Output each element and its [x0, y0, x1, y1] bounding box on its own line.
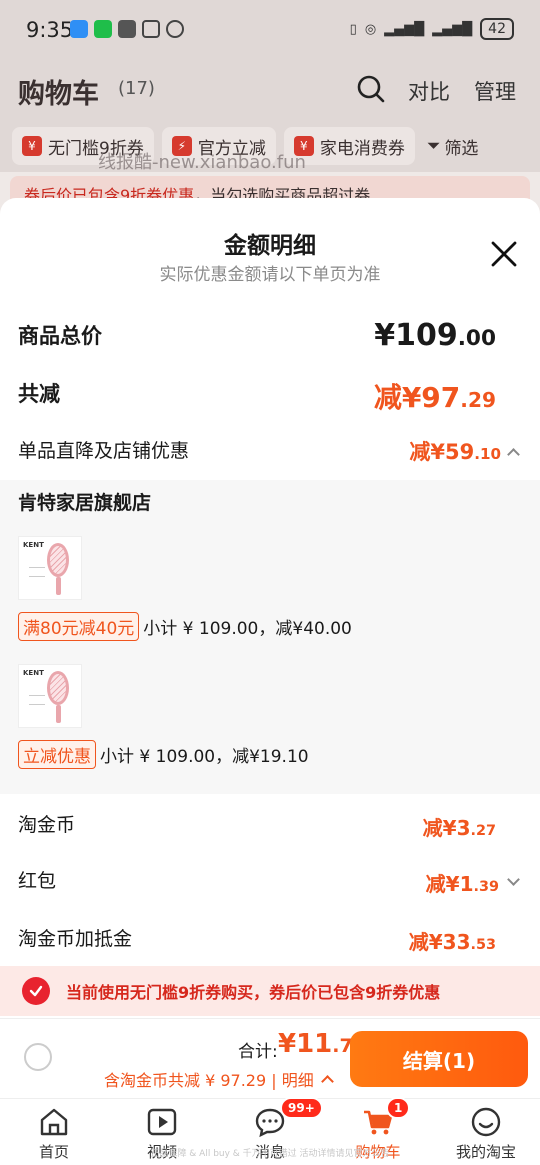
coins-main: 减¥3 — [422, 816, 471, 840]
page-title: 购物车 — [18, 79, 99, 110]
item-discount-main: 减¥59 — [409, 440, 475, 464]
discount-detail-toggle[interactable]: 含淘金币共减 ¥ 97.29 | 明细 — [104, 1067, 334, 1091]
nfc-icon — [142, 20, 160, 38]
promo-subtotal: 小计 ¥ 109.00，减¥40.00 — [143, 619, 352, 639]
battery-indicator: 42 — [480, 18, 514, 40]
video-icon — [147, 1108, 177, 1136]
product-brand: KENT — [23, 541, 44, 549]
total-reduce-value: 减¥97.29 — [374, 376, 496, 416]
total-price-value: ¥109.00 — [374, 318, 496, 353]
profile-icon — [471, 1107, 501, 1137]
promo-subtotal: 小计 ¥ 109.00，减¥19.10 — [100, 747, 309, 767]
yen-icon: ¥ — [22, 136, 42, 156]
product-thumbnail[interactable]: KENT — [18, 664, 82, 728]
total-price-decimal: .00 — [457, 326, 496, 351]
item-discount-toggle[interactable]: 减¥59.10 — [409, 436, 520, 466]
chevron-down-icon — [507, 873, 520, 886]
status-time: 9:35 — [26, 18, 74, 42]
coin-voucher-decimal: .53 — [470, 937, 497, 953]
message-badge: 99+ — [280, 1097, 323, 1119]
sheet-subtitle: 实际优惠金额请以下单页为准 — [159, 265, 381, 285]
chip-label: 家电消费券 — [319, 138, 405, 159]
home-icon — [40, 1108, 68, 1136]
status-notification-icons — [70, 20, 184, 38]
amount-detail-sheet: 金额明细 实际优惠金额请以下单页为准 商品总价 ¥109.00 共减 减¥97.… — [0, 198, 540, 1098]
redpacket-main: 减¥1 — [425, 872, 474, 896]
coin-voucher-main: 减¥33 — [408, 930, 471, 954]
racket-image — [47, 671, 69, 705]
item-discount-decimal: .10 — [474, 445, 501, 463]
redpacket-label: 红包 — [18, 870, 57, 892]
cart-header: 购物车 (17) 对比 管理 — [0, 60, 540, 120]
vibrate-icon: ▯ — [349, 21, 357, 37]
chevron-up-icon — [507, 447, 520, 461]
compare-button[interactable]: 对比 — [408, 76, 450, 106]
total-label: 合计: — [238, 1042, 278, 1062]
coin-voucher-value: 减¥33.53 — [409, 926, 496, 955]
cart-count: (17) — [118, 78, 155, 99]
total-reduce-label: 共减 — [18, 382, 60, 406]
status-system-icons: ▯ ◎ ▂▄▆█ ▂▄▆█ 42 — [350, 18, 514, 40]
chat-bubble-icon — [70, 20, 88, 38]
racket-image — [47, 543, 69, 577]
redpacket-decimal: .39 — [473, 879, 500, 895]
promo-row: 满80元减40元 小计 ¥ 109.00，减¥40.00 — [18, 612, 352, 641]
signal-2-icon: ▂▄▆█ — [432, 21, 473, 37]
checkout-bar: 合计: ¥11.71 含淘金币共减 ¥ 97.29 | 明细 结算(1) — [0, 1018, 540, 1098]
hotspot-icon: ◎ — [364, 21, 377, 37]
checkmark-icon — [22, 977, 50, 1005]
car-icon — [118, 20, 136, 38]
checkout-button[interactable]: 结算(1) — [350, 1031, 528, 1087]
product-brand: KENT — [23, 669, 44, 677]
coins-label: 淘金币 — [18, 814, 76, 836]
total-price-label: 商品总价 — [18, 324, 102, 348]
total-main: ¥11 — [278, 1029, 333, 1059]
coins-value: 减¥3.27 — [423, 812, 496, 841]
shop-name: 肯特家居旗舰店 — [18, 492, 152, 514]
total-reduce-decimal: .29 — [460, 388, 496, 412]
promo-tag: 满80元减40元 — [18, 612, 140, 641]
select-all-checkbox[interactable] — [24, 1043, 52, 1071]
close-icon[interactable] — [490, 240, 518, 268]
bottom-caption: 正品保障 & All buy & 千万不可错过 活动详情请见官方公告 — [150, 1149, 390, 1159]
funnel-icon: ⏷ — [426, 136, 441, 156]
alarm-icon — [166, 20, 184, 38]
promo-tag: 立减优惠 — [18, 740, 96, 769]
filter-button[interactable]: ⏷ 筛选 — [427, 134, 479, 159]
sheet-title: 金额明细 — [224, 233, 316, 259]
status-bar: 9:35 ▯ ◎ ▂▄▆█ ▂▄▆█ 42 — [0, 0, 540, 60]
chevron-up-icon — [320, 1075, 334, 1088]
coupon-notice: 当前使用无门槛9折券购买，券后价已包含9折券优惠 — [0, 966, 540, 1016]
manage-button[interactable]: 管理 — [474, 76, 516, 106]
watermark: 线报酷-new.xianbao.fun — [98, 152, 306, 173]
cart-badge: 1 — [386, 1097, 411, 1119]
item-discount-label: 单品直降及店铺优惠 — [18, 440, 190, 462]
filter-label: 筛选 — [444, 138, 479, 159]
coin-voucher-label: 淘金币加抵金 — [18, 928, 133, 950]
promo-row: 立减优惠 小计 ¥ 109.00，减¥19.10 — [18, 740, 309, 769]
coins-decimal: .27 — [470, 823, 497, 839]
total-price-main: ¥109 — [374, 318, 458, 353]
discount-line-text: 含淘金币共减 ¥ 97.29 | 明细 — [104, 1071, 314, 1090]
product-thumbnail[interactable]: KENT — [18, 536, 82, 600]
wechat-icon — [94, 20, 112, 38]
total-reduce-main: 减¥97 — [373, 381, 461, 414]
redpacket-toggle[interactable]: 减¥1.39 — [425, 868, 520, 897]
search-icon[interactable] — [356, 74, 386, 104]
signal-icon: ▂▄▆█ — [384, 21, 425, 37]
shop-discount-block: 肯特家居旗舰店 KENT 满80元减40元 小计 ¥ 109.00，减¥40.0… — [0, 480, 540, 794]
notice-text: 当前使用无门槛9折券购买，券后价已包含9折券优惠 — [66, 983, 441, 1002]
